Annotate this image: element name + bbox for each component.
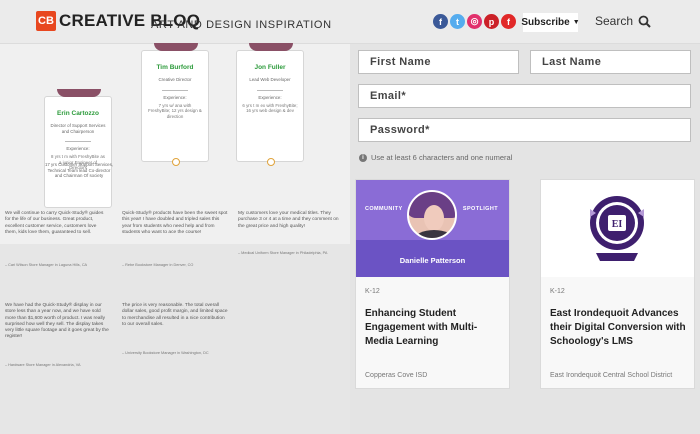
testimonial-author: – Medical Uniform Store Manager in Phila…	[238, 251, 328, 255]
article-source: Copperas Cove ISD	[365, 372, 428, 379]
password-hint-text: Use at least 6 characters and one numera…	[371, 153, 513, 162]
site-header: CB CREATIVE BLOQ ART AND DESIGN INSPIRAT…	[0, 0, 700, 44]
site-tagline: ART AND DESIGN INSPIRATION	[151, 19, 332, 31]
search-button[interactable]: Search	[595, 14, 651, 28]
info-icon: i	[359, 153, 367, 162]
testimonial-author: – Cari Wilson Store Manager in Laguna Hi…	[5, 263, 88, 267]
profile-card: Tim Burford Creative Director Experience…	[141, 43, 209, 166]
profile-name: Jon Fuller	[254, 64, 286, 71]
testimonials-panel: Erin Cartozzo Director of Support Servic…	[0, 43, 350, 434]
testimonial-quote: We have had the Quick-Study® display in …	[5, 303, 109, 340]
article-card[interactable]: COMMUNITY SPOTLIGHT Danielle Patterson K…	[355, 179, 510, 389]
pinterest-icon[interactable]: p	[484, 14, 499, 29]
avatar	[57, 89, 101, 97]
experience-label: Experience:	[66, 146, 90, 151]
carousel-dot[interactable]	[267, 158, 275, 166]
profile-card: Erin Cartozzo Director of Support Servic…	[44, 89, 112, 208]
article-card[interactable]: EI K-12 East Irondequoit Advances their …	[540, 179, 695, 389]
divider	[162, 89, 188, 91]
avatar	[154, 43, 198, 51]
profile-name: Erin Cartozzo	[57, 110, 99, 117]
divider	[257, 89, 283, 91]
article-title[interactable]: Enhancing Student Engagement with Multi-…	[365, 307, 505, 349]
spotlight-person-name: Danielle Patterson	[399, 256, 466, 265]
article-image: EI	[541, 180, 694, 277]
last-name-field[interactable]: Last Name	[530, 50, 691, 74]
experience-text: 6 yrs t m ex with FreshyBite; 16 yrs web…	[242, 102, 298, 114]
article-category: K-12	[365, 288, 380, 295]
first-name-field[interactable]: First Name	[358, 50, 519, 74]
testimonial-author: – Rebe Bookstore Manager in Denver, CO	[122, 263, 194, 267]
experience-label: Experience:	[258, 94, 282, 100]
profile-role: Lead Web Developer	[249, 77, 291, 82]
testimonial-quote: The price is very reasonable. The total …	[122, 303, 228, 327]
profile-card: Jon Fuller Lead Web Developer Experience…	[236, 43, 304, 166]
person-photo	[407, 190, 457, 240]
subscribe-label: Subscribe	[521, 17, 570, 28]
facebook-icon[interactable]: f	[433, 14, 448, 29]
article-category: K-12	[550, 288, 565, 295]
email-field[interactable]: Email*	[358, 84, 691, 108]
testimonial-author: – University Bookstore Manager in Washin…	[122, 351, 209, 355]
divider	[65, 141, 91, 142]
experience-label: Experience:	[163, 94, 187, 100]
instagram-icon[interactable]: ◎	[467, 14, 482, 29]
article-title[interactable]: East Irondequoit Advances their Digital …	[550, 307, 690, 349]
password-hint: i Use at least 6 characters and one nume…	[359, 153, 512, 162]
caret-down-icon: ▼	[572, 19, 580, 26]
password-field[interactable]: Password*	[358, 118, 691, 142]
profile-name: Tim Burford	[156, 64, 194, 71]
logo-mark: CB	[36, 11, 56, 31]
flipboard-icon[interactable]: f	[501, 14, 516, 29]
article-source: East Irondequoit Central School District	[550, 372, 673, 379]
profile-role: Director of Support Services and Chairpe…	[50, 123, 106, 134]
profile-overflow-text: 17 yrs Customer Support Services, Techni…	[44, 162, 114, 179]
spotlight-label-left: COMMUNITY	[365, 206, 403, 212]
testimonial-quote: Quick-Study® products have been the swee…	[122, 211, 228, 235]
school-seal-icon: EI	[590, 196, 644, 261]
testimonial-quote: We will continue to carry Quick-Study® g…	[5, 211, 104, 235]
search-label: Search	[595, 14, 634, 28]
experience-text: 7 yrs w/ ana with FreshyBite; 12 yrs des…	[148, 102, 202, 119]
svg-text:EI: EI	[612, 219, 623, 230]
carousel-dot[interactable]	[172, 158, 180, 166]
subscribe-button[interactable]: Subscribe ▼	[521, 13, 580, 32]
spotlight-label-right: SPOTLIGHT	[462, 206, 498, 212]
article-image: COMMUNITY SPOTLIGHT Danielle Patterson	[356, 180, 509, 277]
avatar	[249, 43, 293, 51]
testimonial-author: – Hardware Store Manager in Alexandria, …	[5, 363, 81, 367]
search-icon	[638, 15, 651, 28]
testimonial-quote: My customers love your medical titles. T…	[238, 211, 339, 229]
profile-role: Creative Director	[158, 77, 192, 82]
social-links: f t ◎ p f	[433, 14, 516, 29]
twitter-icon[interactable]: t	[450, 14, 465, 29]
